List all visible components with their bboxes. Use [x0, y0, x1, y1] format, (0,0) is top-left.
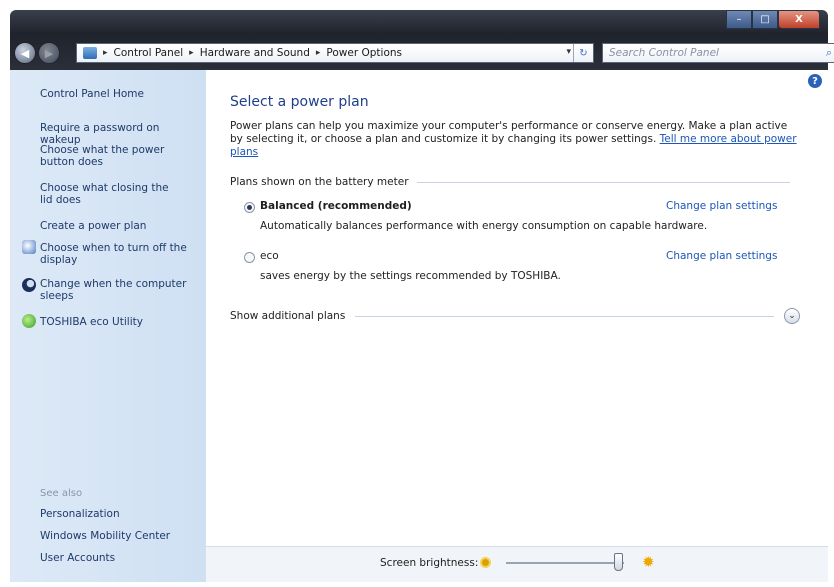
- plan-balanced-desc: Automatically balances performance with …: [260, 220, 708, 232]
- sidebar-item-toshiba-eco[interactable]: TOSHIBA eco Utility: [40, 316, 202, 328]
- sidebar-item-turn-off-display[interactable]: Choose when to turn off the display: [40, 242, 190, 266]
- change-plan-settings-balanced[interactable]: Change plan settings: [666, 200, 777, 212]
- sidebar-item-require-password[interactable]: Require a password on wakeup: [40, 122, 202, 146]
- display-icon: [22, 240, 36, 254]
- eco-leaf-icon: [22, 314, 36, 328]
- forward-button[interactable]: ▶: [38, 42, 60, 64]
- brightness-slider[interactable]: [506, 562, 624, 564]
- see-also-heading: See also: [40, 488, 83, 499]
- main-content: ? Select a power plan Power plans can he…: [206, 70, 828, 582]
- divider: [355, 315, 774, 317]
- help-icon[interactable]: ?: [808, 74, 822, 88]
- bright-sun-icon: ✹: [642, 553, 655, 571]
- back-button[interactable]: ◀: [14, 42, 36, 64]
- search-input[interactable]: Search Control Panel ⌕: [602, 43, 834, 63]
- sidebar-item-computer-sleeps[interactable]: Change when the computer sleeps: [40, 278, 200, 302]
- breadcrumb-hardware-and-sound[interactable]: Hardware and Sound: [200, 47, 310, 59]
- control-panel-icon: [83, 47, 97, 59]
- breadcrumb-separator[interactable]: ▸: [316, 48, 321, 58]
- brightness-label: Screen brightness:: [380, 557, 479, 569]
- search-icon[interactable]: ⌕: [826, 46, 832, 60]
- change-plan-settings-eco[interactable]: Change plan settings: [666, 250, 777, 262]
- show-additional-label[interactable]: Show additional plans: [230, 310, 345, 322]
- see-also-personalization[interactable]: Personalization: [40, 508, 202, 520]
- brightness-slider-thumb[interactable]: [613, 553, 623, 571]
- sidebar-item-power-button[interactable]: Choose what the power button does: [40, 144, 190, 168]
- show-additional-plans[interactable]: Show additional plans ⌄: [230, 308, 800, 324]
- plan-eco-radio[interactable]: [244, 252, 255, 263]
- address-dropdown-icon[interactable]: ▾: [566, 47, 571, 57]
- search-placeholder: Search Control Panel: [609, 47, 719, 59]
- sidebar: Control Panel Home Require a password on…: [10, 70, 206, 582]
- sidebar-item-closing-lid[interactable]: Choose what closing the lid does: [40, 182, 180, 206]
- moon-icon: [22, 278, 36, 292]
- plans-group-header: Plans shown on the battery meter: [230, 176, 790, 188]
- close-button[interactable]: X: [778, 10, 820, 29]
- page-title: Select a power plan: [230, 94, 369, 110]
- minimize-button[interactable]: –: [726, 10, 752, 29]
- divider: [416, 181, 790, 183]
- breadcrumb-power-options[interactable]: Power Options: [326, 47, 402, 59]
- breadcrumb-separator[interactable]: ▸: [189, 48, 194, 58]
- sidebar-item-control-panel-home[interactable]: Control Panel Home: [40, 88, 202, 100]
- see-also-mobility-center[interactable]: Windows Mobility Center: [40, 530, 202, 542]
- breadcrumb-control-panel[interactable]: Control Panel: [114, 47, 184, 59]
- plan-balanced-radio[interactable]: [244, 202, 255, 213]
- dim-sun-icon: [480, 557, 491, 568]
- see-also-user-accounts[interactable]: User Accounts: [40, 552, 202, 564]
- address-bar[interactable]: ▸ Control Panel ▸ Hardware and Sound ▸ P…: [76, 43, 594, 63]
- intro-text: Power plans can help you maximize your c…: [230, 120, 798, 159]
- brightness-bar: Screen brightness: ✹: [206, 546, 828, 582]
- caption-buttons: – □ X: [726, 10, 820, 30]
- plan-eco-name[interactable]: eco: [260, 250, 279, 262]
- refresh-icon[interactable]: ↻: [573, 44, 593, 62]
- plan-balanced-name[interactable]: Balanced (recommended): [260, 200, 412, 212]
- breadcrumb-separator[interactable]: ▸: [103, 48, 108, 58]
- plans-group-label: Plans shown on the battery meter: [230, 176, 409, 188]
- chevron-down-icon[interactable]: ⌄: [784, 308, 800, 324]
- sidebar-item-create-plan[interactable]: Create a power plan: [40, 220, 202, 232]
- plan-eco-desc: saves energy by the settings recommended…: [260, 270, 561, 282]
- navigation-bar: ◀ ▶ ▸ Control Panel ▸ Hardware and Sound…: [14, 40, 834, 66]
- maximize-button[interactable]: □: [752, 10, 778, 29]
